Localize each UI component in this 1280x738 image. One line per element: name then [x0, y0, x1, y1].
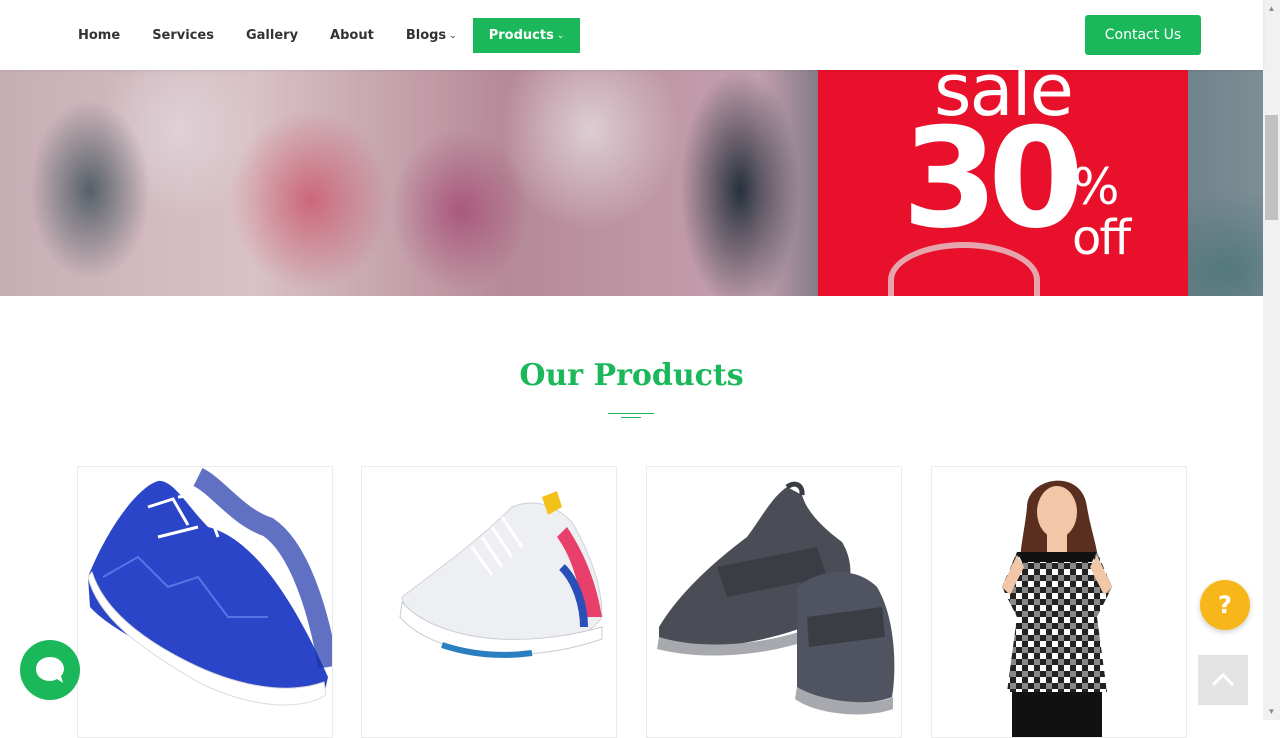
product-card[interactable]: [361, 466, 617, 738]
nav-home[interactable]: Home: [62, 18, 136, 53]
nav-gallery-label: Gallery: [245, 28, 299, 43]
chevron-up-icon: [1211, 673, 1235, 687]
scroll-thumb[interactable]: [1265, 115, 1278, 220]
nav-home-label: Home: [78, 28, 121, 43]
title-divider: [608, 413, 654, 414]
scroll-to-top-button[interactable]: [1198, 655, 1248, 705]
contact-us-button[interactable]: Contact Us: [1085, 15, 1201, 55]
white-running-shoe-image: [399, 491, 603, 658]
site-header: Home Services Gallery About Blogs ⌄ Produ…: [0, 0, 1263, 70]
nav-blogs-label: Blogs: [405, 28, 447, 43]
nav-about[interactable]: About: [314, 18, 390, 53]
scroll-up-arrow-icon[interactable]: ▲: [1263, 0, 1280, 17]
grey-slip-on-shoe-image: [657, 481, 895, 715]
hero-banner: sale 30 % off: [0, 70, 1263, 296]
vertical-scrollbar[interactable]: ▲ ▼: [1263, 0, 1280, 720]
chevron-down-icon: ⌄: [449, 30, 457, 41]
nav-services-label: Services: [152, 28, 214, 43]
contact-us-label: Contact Us: [1104, 27, 1182, 43]
nav-products[interactable]: Products ⌄: [472, 18, 581, 53]
nav-about-label: About: [330, 28, 374, 43]
nav-products-label: Products: [488, 28, 554, 43]
chat-bubble-icon: [36, 657, 64, 683]
nav-blogs[interactable]: Blogs ⌄: [390, 18, 473, 53]
product-card[interactable]: [77, 466, 333, 738]
sale-sign: sale 30 % off: [818, 70, 1188, 296]
section-title: Our Products: [519, 358, 744, 393]
scroll-down-arrow-icon[interactable]: ▼: [1263, 703, 1280, 720]
main-nav: Home Services Gallery About Blogs ⌄ Produ…: [62, 18, 581, 53]
checkered-top-image: [1002, 480, 1112, 737]
help-label: ?: [1218, 591, 1232, 619]
chevron-down-icon: ⌄: [556, 30, 565, 41]
sale-number: 30: [902, 98, 1084, 259]
sale-percent: %: [1072, 158, 1120, 216]
blue-sneaker-image: [87, 468, 332, 706]
product-card[interactable]: [646, 466, 902, 738]
nav-gallery[interactable]: Gallery: [230, 18, 314, 53]
help-button[interactable]: ?: [1200, 580, 1250, 630]
sale-off: off: [1072, 210, 1131, 266]
nav-services[interactable]: Services: [136, 18, 230, 53]
title-divider: [621, 417, 641, 418]
product-card[interactable]: [931, 466, 1187, 738]
chat-button[interactable]: [20, 640, 80, 700]
